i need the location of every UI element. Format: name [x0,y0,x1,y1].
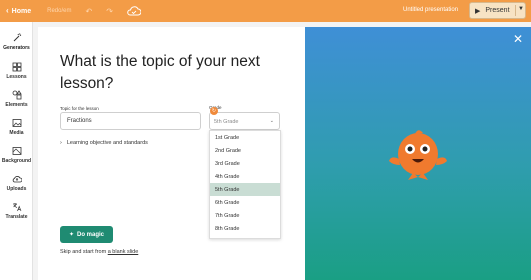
magic-wand-icon: ✦ [68,232,74,238]
objectives-label: Learning objective and standards [66,140,148,146]
home-button[interactable]: ‹ Home [6,7,31,15]
chevron-right-icon: › [60,140,62,146]
skip-prefix: Skip and start from [60,249,107,255]
undo-icon[interactable]: ↶ [85,7,92,16]
back-arrow-icon: ‹ [6,6,9,15]
grade-option[interactable]: 3rd Grade [210,157,280,170]
sidebar-item-label: Generators [3,45,30,51]
skip-text: Skip and start from a blank slide [60,249,138,255]
top-bar: ‹ Home Redo/em ↶ ↷ Untitled presentation… [0,0,531,22]
grade-option[interactable]: 2nd Grade [210,144,280,157]
grade-option[interactable]: 7th Grade [210,209,280,222]
presentation-title[interactable]: Untitled presentation [403,7,458,13]
grade-select[interactable]: 5th Grade ⌄ [209,112,280,130]
grade-option[interactable]: 1st Grade [210,131,280,144]
grade-option[interactable]: 6th Grade [210,196,280,209]
sidebar-item-translate[interactable]: Translate [0,202,33,220]
sidebar-item-elements[interactable]: Elements [0,90,33,108]
background-icon [12,147,21,155]
magic-wand-icon [13,33,21,42]
present-divider [515,5,516,16]
sidebar-item-generators[interactable]: Generators [0,33,33,51]
objectives-toggle[interactable]: › Learning objective and standards [60,140,148,146]
sidebar-item-background[interactable]: Background [0,146,33,164]
image-icon [12,119,21,127]
sidebar-item-lessons[interactable]: Lessons [0,62,33,80]
redo-icon[interactable]: ↷ [106,7,113,16]
sidebar-item-media[interactable]: Media [0,118,33,136]
sidebar-item-label: Background [1,158,32,164]
sidebar-item-label: Translate [5,214,28,220]
translate-icon [12,203,21,212]
play-icon: ▶ [475,7,481,15]
chevron-down-icon[interactable]: ▼ [518,6,524,12]
do-magic-button[interactable]: ✦ Do magic [60,226,113,243]
redo-text: Redo/em [47,8,72,14]
topic-label: Topic for the lesson [60,106,99,111]
refresh-icon[interactable]: ↻ [210,107,218,115]
page-title: What is the topic of your next lesson? [60,53,260,92]
hero-panel: ✕ [305,27,531,280]
upload-cloud-icon [12,176,22,183]
do-magic-label: Do magic [77,231,105,238]
sidebar-item-label: Uploads [6,186,27,192]
grade-option-selected[interactable]: 5th Grade [210,183,280,196]
grade-option[interactable]: 4th Grade [210,170,280,183]
sidebar: Generators Lessons Elements Media Backgr… [0,22,33,280]
home-label: Home [11,7,32,15]
grade-selected-value: 5th Grade [214,119,239,125]
sidebar-item-label: Elements [5,102,28,108]
blank-slide-link[interactable]: a blank slide [108,249,139,255]
present-button[interactable]: ▶ Present ▼ [469,2,526,19]
sidebar-item-uploads[interactable]: Uploads [0,174,33,192]
grade-option[interactable]: 8th Grade [210,222,280,235]
topic-input[interactable]: Fractions [60,112,201,130]
present-label: Present [485,7,510,14]
cloud-save-icon[interactable] [127,6,141,16]
mascot-illustration [389,130,447,180]
sidebar-item-label: Media [9,130,24,136]
sidebar-item-label: Lessons [6,74,27,80]
grade-dropdown: 1st Grade 2nd Grade 3rd Grade 4th Grade … [209,130,281,239]
shapes-icon [12,90,22,100]
chevron-down-icon: ⌄ [269,118,274,124]
grid-icon [12,62,21,72]
